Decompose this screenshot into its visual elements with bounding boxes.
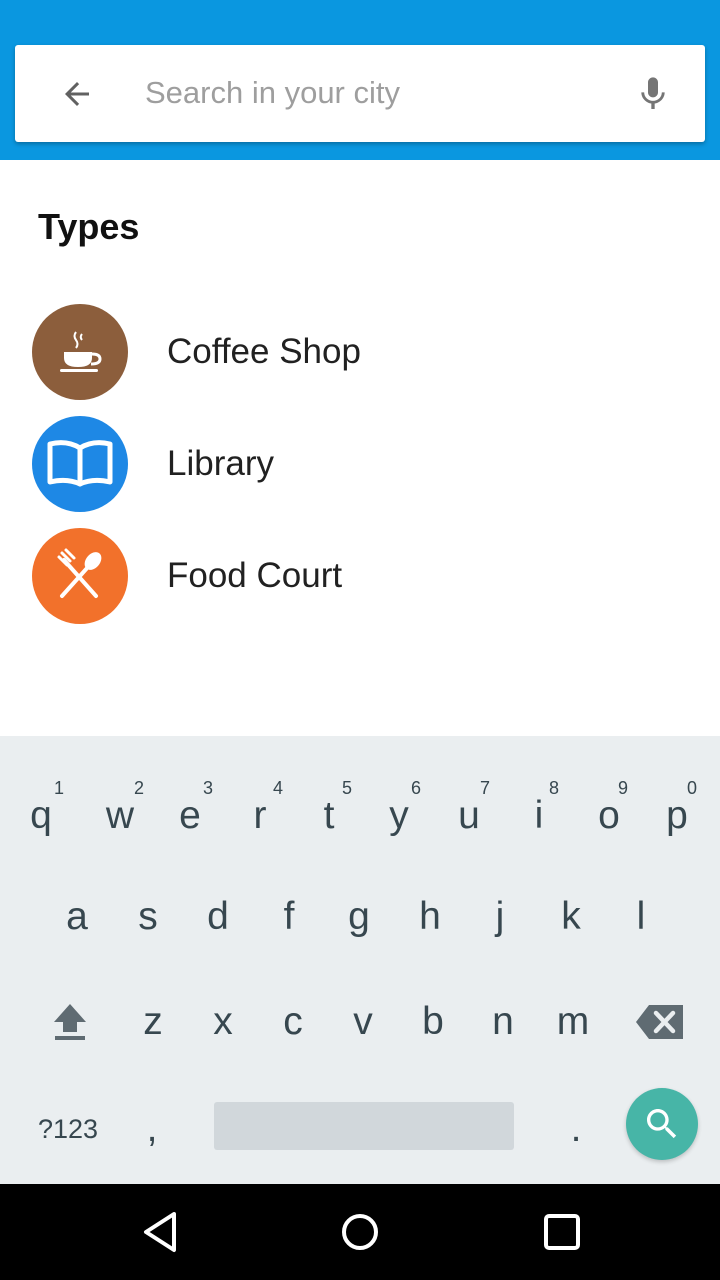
key-q[interactable]: q (6, 771, 76, 861)
key-hint: 6 (411, 778, 422, 798)
key-r[interactable]: r (225, 771, 295, 861)
search-icon (647, 1109, 677, 1139)
soft-keyboard: q w e r t y u i o p 1 2 3 4 5 6 7 8 9 0 … (0, 736, 720, 1184)
key-b[interactable]: b (398, 977, 468, 1067)
type-item-library[interactable]: Library (0, 408, 720, 520)
key-t[interactable]: t (294, 771, 364, 861)
key-g[interactable]: g (324, 872, 394, 962)
key-hint: 2 (134, 778, 145, 798)
key-hint: 9 (618, 778, 629, 798)
key-hint: 0 (687, 778, 698, 798)
key-y[interactable]: y (364, 771, 434, 861)
key-f[interactable]: f (254, 872, 324, 962)
key-l[interactable]: l (606, 872, 676, 962)
section-title-types: Types (38, 206, 140, 247)
key-m[interactable]: m (538, 977, 608, 1067)
open-book-icon (32, 416, 128, 512)
key-n[interactable]: n (468, 977, 538, 1067)
coffee-cup-icon (32, 304, 128, 400)
type-label: Food Court (167, 556, 343, 595)
symbols-key[interactable]: ?123 (16, 1084, 120, 1174)
key-h[interactable]: h (395, 872, 465, 962)
search-input[interactable] (145, 65, 605, 121)
key-u[interactable]: u (434, 771, 504, 861)
backspace-icon (636, 1005, 683, 1039)
back-button[interactable] (51, 68, 103, 120)
key-k[interactable]: k (536, 872, 606, 962)
key-e[interactable]: e (155, 771, 225, 861)
search-bar (15, 45, 705, 142)
fork-spoon-icon (32, 528, 128, 624)
key-z[interactable]: z (118, 977, 188, 1067)
key-v[interactable]: v (328, 977, 398, 1067)
type-label: Coffee Shop (167, 332, 361, 371)
microphone-icon (641, 77, 665, 109)
key-p[interactable]: p (642, 771, 712, 861)
key-hint: 3 (203, 778, 214, 798)
nav-recents-button[interactable] (532, 1202, 592, 1262)
type-item-food-court[interactable]: Food Court (0, 520, 720, 632)
system-nav-bar (0, 1184, 720, 1280)
key-hint: 5 (342, 778, 353, 798)
key-x[interactable]: x (188, 977, 258, 1067)
type-item-coffee-shop[interactable]: Coffee Shop (0, 296, 720, 408)
key-w[interactable]: w (85, 771, 155, 861)
key-hint: 4 (273, 778, 284, 798)
key-hint: 8 (549, 778, 560, 798)
circle-home-icon (342, 1214, 378, 1250)
key-o[interactable]: o (574, 771, 644, 861)
key-a[interactable]: a (42, 872, 112, 962)
voice-search-button[interactable] (627, 68, 679, 120)
key-period[interactable]: . (541, 1084, 611, 1174)
key-comma[interactable]: , (117, 1084, 187, 1174)
shift-icon (54, 1004, 86, 1040)
shift-key[interactable] (35, 977, 105, 1067)
triangle-back-icon (144, 1212, 176, 1252)
space-key[interactable] (214, 1102, 514, 1150)
key-i[interactable]: i (504, 771, 574, 861)
nav-home-button[interactable] (330, 1202, 390, 1262)
key-d[interactable]: d (183, 872, 253, 962)
nav-back-button[interactable] (130, 1202, 190, 1262)
type-label: Library (167, 444, 274, 483)
key-c[interactable]: c (258, 977, 328, 1067)
key-s[interactable]: s (113, 872, 183, 962)
key-hint: 7 (480, 778, 491, 798)
backspace-key[interactable] (622, 977, 698, 1067)
key-j[interactable]: j (465, 872, 535, 962)
key-hint: 1 (54, 778, 65, 798)
keyboard-search-button[interactable] (626, 1088, 698, 1160)
square-recents-icon (544, 1214, 580, 1250)
app-bar (0, 0, 720, 160)
arrow-back-icon (65, 82, 89, 106)
